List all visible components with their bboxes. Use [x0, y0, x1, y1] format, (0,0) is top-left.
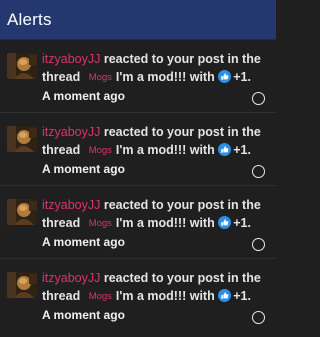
avatar[interactable]: [7, 199, 37, 225]
alert-timestamp: A moment ago: [42, 308, 125, 322]
alert-item[interactable]: itzyaboyJJ reacted to your post in the t…: [0, 113, 276, 186]
alert-text: itzyaboyJJ reacted to your post in the t…: [42, 269, 270, 324]
alert-timestamp: A moment ago: [42, 235, 125, 249]
alert-username-link[interactable]: itzyaboyJJ: [42, 271, 100, 285]
thread-prefix-tag[interactable]: Mogs: [89, 215, 112, 233]
alert-item[interactable]: itzyaboyJJ reacted to your post in the t…: [0, 186, 276, 259]
alert-timestamp: A moment ago: [42, 162, 125, 176]
thread-prefix-tag[interactable]: Mogs: [89, 288, 112, 306]
avatar[interactable]: [7, 272, 37, 298]
alert-username-link[interactable]: itzyaboyJJ: [42, 198, 100, 212]
alerts-title: Alerts: [7, 9, 52, 29]
avatar[interactable]: [7, 126, 37, 152]
thread-title-link[interactable]: I'm a mod!!! with: [116, 289, 218, 303]
mark-read-toggle[interactable]: [252, 311, 265, 324]
like-icon: [218, 143, 232, 156]
alerts-panel: Alerts itzyaboyJJ reacted to your post i…: [0, 0, 276, 337]
alert-timestamp: A moment ago: [42, 89, 125, 103]
mark-read-toggle[interactable]: [252, 92, 265, 105]
reaction-count: +1.: [233, 70, 251, 84]
alert-list: itzyaboyJJ reacted to your post in the t…: [0, 40, 276, 332]
like-icon: [218, 289, 232, 302]
alert-text: itzyaboyJJ reacted to your post in the t…: [42, 123, 270, 178]
reaction-count: +1.: [233, 289, 251, 303]
thread-title-link[interactable]: I'm a mod!!! with: [116, 216, 218, 230]
alert-username-link[interactable]: itzyaboyJJ: [42, 125, 100, 139]
mark-read-toggle[interactable]: [252, 165, 265, 178]
thread-title-link[interactable]: I'm a mod!!! with: [116, 70, 218, 84]
avatar[interactable]: [7, 53, 37, 79]
alert-item[interactable]: itzyaboyJJ reacted to your post in the t…: [0, 259, 276, 332]
alert-text: itzyaboyJJ reacted to your post in the t…: [42, 50, 270, 105]
alert-item[interactable]: itzyaboyJJ reacted to your post in the t…: [0, 40, 276, 113]
alerts-header: Alerts: [0, 0, 276, 40]
thread-prefix-tag[interactable]: Mogs: [89, 69, 112, 87]
mark-read-toggle[interactable]: [252, 238, 265, 251]
alert-username-link[interactable]: itzyaboyJJ: [42, 52, 100, 66]
alert-text: itzyaboyJJ reacted to your post in the t…: [42, 196, 270, 251]
reaction-count: +1.: [233, 216, 251, 230]
thread-title-link[interactable]: I'm a mod!!! with: [116, 143, 218, 157]
like-icon: [218, 216, 232, 229]
like-icon: [218, 70, 232, 83]
reaction-count: +1.: [233, 143, 251, 157]
thread-prefix-tag[interactable]: Mogs: [89, 142, 112, 160]
